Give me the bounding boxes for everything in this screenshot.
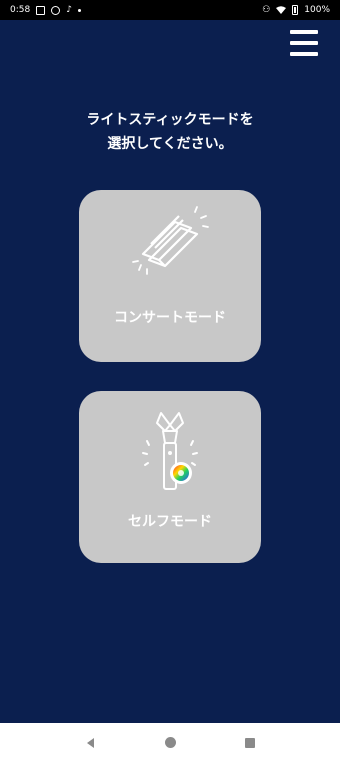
prompt-line-1: ライトスティックモードを <box>86 112 254 128</box>
status-left: 0:58 ♪ <box>10 5 81 15</box>
home-button[interactable] <box>160 733 180 753</box>
system-nav-bar <box>0 723 340 762</box>
home-circle-icon <box>164 737 176 748</box>
concert-mode-label: コンサートモード <box>114 310 226 326</box>
status-bar: 0:58 ♪ ⚇ 100% <box>0 0 340 20</box>
menu-bar-middle <box>290 41 318 45</box>
self-mode-button[interactable]: セルフモード <box>79 391 261 563</box>
hamburger-menu-icon[interactable] <box>290 30 318 56</box>
music-note-icon: ♪ <box>66 5 72 15</box>
concert-mode-button[interactable]: コンサートモード <box>79 190 261 362</box>
app-screen: ライトスティックモードを 選択してください。 コンサートモード セルフモード <box>0 20 340 723</box>
back-button[interactable] <box>80 733 100 753</box>
lightstick-color-wheel-icon <box>142 412 198 490</box>
prompt-line-2: 選択してください。 <box>107 136 233 152</box>
vibrate-icon: ⚇ <box>262 5 271 15</box>
concert-lightstick-icon <box>132 206 209 275</box>
battery-icon <box>292 5 299 15</box>
menu-bar-bottom <box>290 52 318 56</box>
notification-square-icon <box>36 5 46 15</box>
status-right: ⚇ 100% <box>262 5 330 15</box>
self-mode-label: セルフモード <box>128 514 212 530</box>
back-triangle-icon <box>86 737 94 748</box>
battery-percent: 100% <box>304 5 330 15</box>
status-time: 0:58 <box>10 5 31 15</box>
recents-button[interactable] <box>240 733 260 753</box>
wifi-icon <box>276 6 287 14</box>
mode-select-prompt: ライトスティックモードを 選択してください。 <box>0 108 340 156</box>
more-notifications-dot-icon <box>77 8 81 12</box>
recents-square-icon <box>245 737 255 748</box>
menu-bar-top <box>290 30 318 34</box>
notification-circle-icon <box>51 5 61 15</box>
